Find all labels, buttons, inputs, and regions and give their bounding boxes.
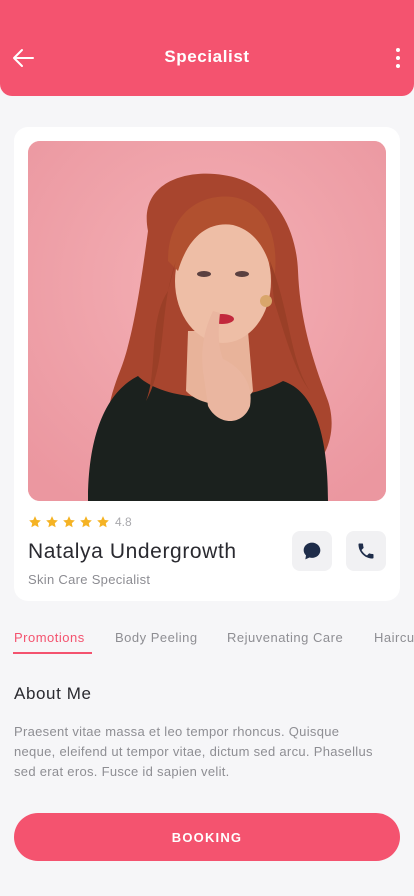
rating: 4.8: [28, 515, 132, 529]
tab-rejuvenating-care[interactable]: Rejuvenating Care: [227, 630, 343, 645]
service-tabs: Promotions Body Peeling Rejuvenating Car…: [0, 630, 414, 656]
chat-icon: [303, 542, 321, 560]
call-button[interactable]: [346, 531, 386, 571]
active-tab-indicator: [13, 652, 92, 654]
star-icon: [46, 516, 58, 528]
app-header: Specialist: [0, 0, 414, 96]
star-icon: [63, 516, 75, 528]
specialist-name: Natalya Undergrowth: [28, 540, 237, 563]
star-icon: [80, 516, 92, 528]
rating-value: 4.8: [115, 515, 132, 529]
more-vertical-icon: [396, 48, 400, 52]
about-text: Praesent vitae massa et leo tempor rhonc…: [14, 724, 373, 779]
tab-haircut[interactable]: Haircu: [374, 630, 414, 645]
phone-icon: [358, 543, 374, 559]
chat-button[interactable]: [292, 531, 332, 571]
tab-promotions[interactable]: Promotions: [14, 630, 85, 645]
tab-body-peeling[interactable]: Body Peeling: [115, 630, 198, 645]
more-options-button[interactable]: [391, 46, 405, 70]
star-icon: [29, 516, 41, 528]
specialist-role: Skin Care Specialist: [28, 572, 151, 587]
specialist-card: 4.8 Natalya Undergrowth Skin Care Specia…: [14, 127, 400, 601]
specialist-photo: [28, 141, 386, 501]
booking-button[interactable]: BOOKING: [14, 813, 400, 861]
page-title: Specialist: [164, 47, 250, 66]
about-title: About Me: [14, 684, 92, 703]
star-icon: [97, 516, 109, 528]
